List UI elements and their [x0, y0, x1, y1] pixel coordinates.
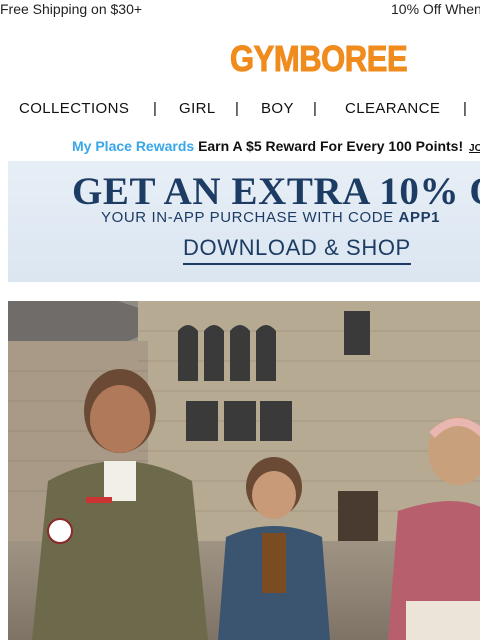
main-nav: COLLECTIONS | GIRL | BOY | CLEARANCE |	[0, 98, 480, 120]
promo-strip: Free Shipping on $30+ 10% Off When	[0, 0, 480, 20]
banner-sub-prefix: YOUR IN-APP PURCHASE WITH CODE	[101, 209, 399, 226]
rewards-message: Earn A $5 Reward For Every 100 Points!	[198, 138, 464, 154]
hero-photo[interactable]	[8, 301, 480, 640]
rewards-bar: My Place Rewards Earn A $5 Reward For Ev…	[72, 138, 480, 158]
logo-wordmark: GYMBOREE	[230, 38, 408, 80]
nav-separator: |	[235, 100, 240, 117]
free-shipping-text[interactable]: Free Shipping on $30+	[0, 1, 142, 17]
gymboree-logo[interactable]: GYMBOREE	[230, 38, 408, 80]
download-shop-link[interactable]: DOWNLOAD & SHOP	[183, 235, 411, 265]
nav-separator: |	[313, 100, 318, 117]
banner-headline: GET AN EXTRA 10% O	[72, 170, 480, 213]
nav-item-collections[interactable]: COLLECTIONS	[19, 100, 129, 117]
rewards-brand-label[interactable]: My Place Rewards	[72, 138, 194, 154]
nav-separator: |	[153, 100, 158, 117]
nav-item-girl[interactable]: GIRL	[179, 100, 216, 117]
rewards-join-link[interactable]: JO	[469, 143, 480, 154]
discount-promo-text[interactable]: 10% Off When	[391, 1, 480, 17]
email-page: Free Shipping on $30+ 10% Off When GYMBO…	[0, 0, 480, 640]
nav-item-boy[interactable]: BOY	[261, 100, 294, 117]
hero-illustration	[8, 301, 480, 640]
nav-item-clearance[interactable]: CLEARANCE	[345, 100, 440, 117]
banner-subheadline: YOUR IN-APP PURCHASE WITH CODE APP1	[101, 209, 440, 226]
nav-separator: |	[463, 100, 468, 117]
app-promo-banner[interactable]: GET AN EXTRA 10% O YOUR IN-APP PURCHASE …	[8, 161, 480, 282]
promo-code: APP1	[398, 209, 441, 226]
